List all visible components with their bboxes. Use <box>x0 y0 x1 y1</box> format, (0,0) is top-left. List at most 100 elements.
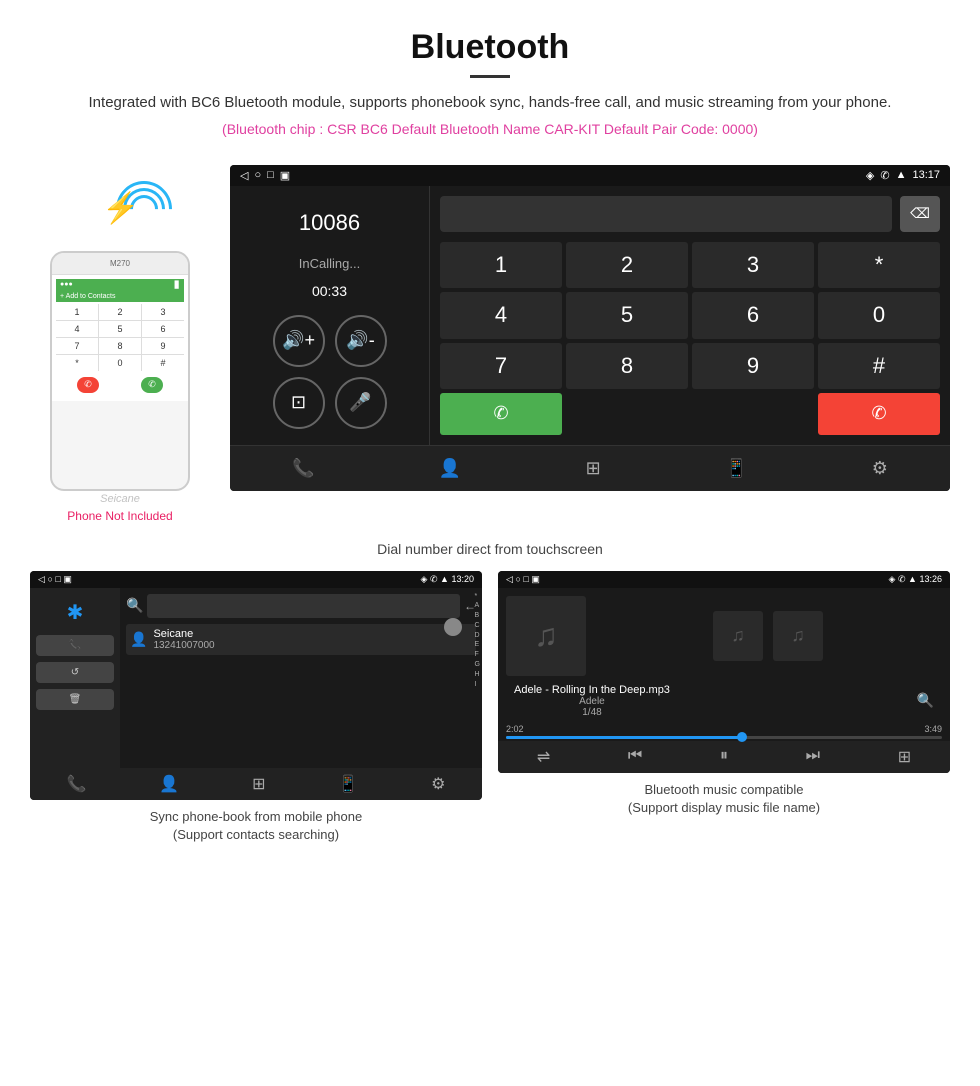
pb-contacts-icon[interactable]: 👤 <box>159 774 179 794</box>
pb-dial-icon[interactable]: 📞 <box>66 774 86 794</box>
alpha-g[interactable]: G <box>475 660 480 670</box>
dial-tab-icon[interactable]: 📞 <box>282 454 324 483</box>
home-icon[interactable]: ○ <box>254 169 261 181</box>
progress-bar[interactable] <box>506 736 942 739</box>
pb-home-icon[interactable]: ○ <box>47 574 52 584</box>
phone-key-6[interactable]: 6 <box>142 321 184 337</box>
album-thumb-1: ♫ <box>713 611 763 661</box>
phone-key-7[interactable]: 7 <box>56 338 98 354</box>
time-display: 13:17 <box>912 169 940 181</box>
volume-up-button[interactable]: 🔊+ <box>273 315 325 367</box>
phone-key-4[interactable]: 4 <box>56 321 98 337</box>
pb-sync-button[interactable]: ↺ <box>36 662 114 683</box>
transfer-call-button[interactable]: ⊡ <box>273 377 325 429</box>
numpad-2[interactable]: 2 <box>566 242 688 289</box>
numpad-9[interactable]: 9 <box>692 343 814 390</box>
recent-icon[interactable]: □ <box>267 169 274 181</box>
settings-tab-icon[interactable]: ⚙ <box>862 454 898 483</box>
phone-model-label: M270 <box>110 259 130 268</box>
numpad-5[interactable]: 5 <box>566 292 688 339</box>
alpha-b[interactable]: B <box>475 611 480 621</box>
dial-bottom-bar: 📞 👤 ⊞ 📱 ⚙ <box>230 445 950 491</box>
contact-phone: 13241007000 <box>153 640 214 651</box>
dial-input-box[interactable] <box>440 196 892 232</box>
keypad-tab-icon[interactable]: ⊞ <box>576 454 611 483</box>
phone-key-star[interactable]: * <box>56 355 98 371</box>
alpha-a[interactable]: A <box>475 601 480 611</box>
alpha-d[interactable]: D <box>475 631 480 641</box>
alpha-f[interactable]: F <box>475 650 480 660</box>
pb-left-panel: ✱ 📞 ↺ 🗑 <box>30 588 120 768</box>
music-search-icon[interactable]: 🔍 <box>917 692 934 709</box>
phone-key-0[interactable]: 0 <box>99 355 141 371</box>
pb-calls-button[interactable]: 📞 <box>36 635 114 656</box>
numpad-1[interactable]: 1 <box>440 242 562 289</box>
alpha-star[interactable]: * <box>475 592 480 602</box>
phone-image-wrapper: ⚡ M270 ●●● ▊ + Add to Contacts 1 2 3 4 5 <box>30 175 210 523</box>
music-recent-icon[interactable]: □ <box>523 574 528 584</box>
phone-key-3[interactable]: 3 <box>142 304 184 320</box>
numpad-4[interactable]: 4 <box>440 292 562 339</box>
equalizer-icon[interactable]: ⊞ <box>898 747 911 767</box>
pb-settings-icon[interactable]: ⚙ <box>431 774 445 794</box>
progress-fill <box>506 736 741 739</box>
phone-key-1[interactable]: 1 <box>56 304 98 320</box>
pb-search-input[interactable] <box>147 594 460 618</box>
sync-icon: ↺ <box>71 667 79 678</box>
shuffle-icon[interactable]: ⇌ <box>537 747 550 767</box>
numpad-0[interactable]: 0 <box>818 292 940 339</box>
progress-thumb[interactable] <box>737 732 747 742</box>
next-icon[interactable]: ⏭ <box>806 747 820 767</box>
numpad-6[interactable]: 6 <box>692 292 814 339</box>
end-call-button[interactable]: ✆ <box>818 393 940 435</box>
pb-transfer-icon[interactable]: 📱 <box>338 774 358 794</box>
numpad-8[interactable]: 8 <box>566 343 688 390</box>
numpad-3[interactable]: 3 <box>692 242 814 289</box>
pb-back-icon[interactable]: ◁ <box>38 574 45 584</box>
pb-nav-icons: ◁ ○ □ ▣ <box>38 574 72 585</box>
caption3-line1: Bluetooth music compatible <box>645 782 804 797</box>
alpha-e[interactable]: E <box>475 640 480 650</box>
phone-not-included-label: Phone Not Included <box>67 509 172 523</box>
phone-call-btn[interactable]: ✆ <box>141 377 163 393</box>
pb-delete-button[interactable]: 🗑 <box>36 689 114 710</box>
back-icon[interactable]: ◁ <box>240 169 248 182</box>
numpad-hash[interactable]: # <box>818 343 940 390</box>
music-app-icon[interactable]: ▣ <box>531 574 540 584</box>
music-block: ◁ ○ □ ▣ ◈ ✆ ▲ 13:26 ♫ <box>498 571 950 848</box>
numpad-star[interactable]: * <box>818 242 940 289</box>
answer-call-button[interactable]: ✆ <box>440 393 562 435</box>
phone-key-hash[interactable]: # <box>142 355 184 371</box>
mute-button[interactable]: 🎤 <box>335 377 387 429</box>
pb-app-icon[interactable]: ▣ <box>63 574 72 584</box>
caption3-line2: (Support display music file name) <box>628 800 820 815</box>
phone-end-btn[interactable]: ✆ <box>77 377 99 393</box>
pb-keypad-icon[interactable]: ⊞ <box>252 774 265 794</box>
alpha-c[interactable]: C <box>475 621 480 631</box>
phonebook-block: ◁ ○ □ ▣ ◈ ✆ ▲ 13:20 ✱ 📞 <box>30 571 482 848</box>
app-icon[interactable]: ▣ <box>280 169 290 182</box>
dial-status-bar: ◁ ○ □ ▣ ◈ ✆ ▲ 13:17 <box>230 165 950 186</box>
phone-key-9[interactable]: 9 <box>142 338 184 354</box>
pb-recent-icon[interactable]: □ <box>55 574 60 584</box>
phone-add-contacts-bar: + Add to Contacts <box>56 291 184 302</box>
backspace-button[interactable]: ⌫ <box>900 196 940 232</box>
numpad-7[interactable]: 7 <box>440 343 562 390</box>
previous-icon[interactable]: ⏮ <box>628 747 642 767</box>
music-back-icon[interactable]: ◁ <box>506 574 513 584</box>
pb-right-panel: 🔍 ← 👤 Seicane 13241007000 * <box>120 588 482 768</box>
contacts-tab-icon[interactable]: 👤 <box>429 454 471 483</box>
music-home-icon[interactable]: ○ <box>515 574 520 584</box>
alpha-i[interactable]: I <box>475 680 480 690</box>
call-controls: 🔊+ 🔊- ⊡ 🎤 <box>273 315 387 429</box>
volume-down-button[interactable]: 🔊- <box>335 315 387 367</box>
volume-up-icon: 🔊+ <box>282 330 315 351</box>
phone-key-8[interactable]: 8 <box>99 338 141 354</box>
contact-item[interactable]: 👤 Seicane 13241007000 <box>126 624 476 655</box>
artist-name: Adele <box>514 696 670 707</box>
phone-key-5[interactable]: 5 <box>99 321 141 337</box>
phone-key-2[interactable]: 2 <box>99 304 141 320</box>
transfer-tab-icon[interactable]: 📱 <box>715 454 757 483</box>
alpha-h[interactable]: H <box>475 670 480 680</box>
play-pause-icon[interactable]: ⏸ <box>720 747 728 767</box>
